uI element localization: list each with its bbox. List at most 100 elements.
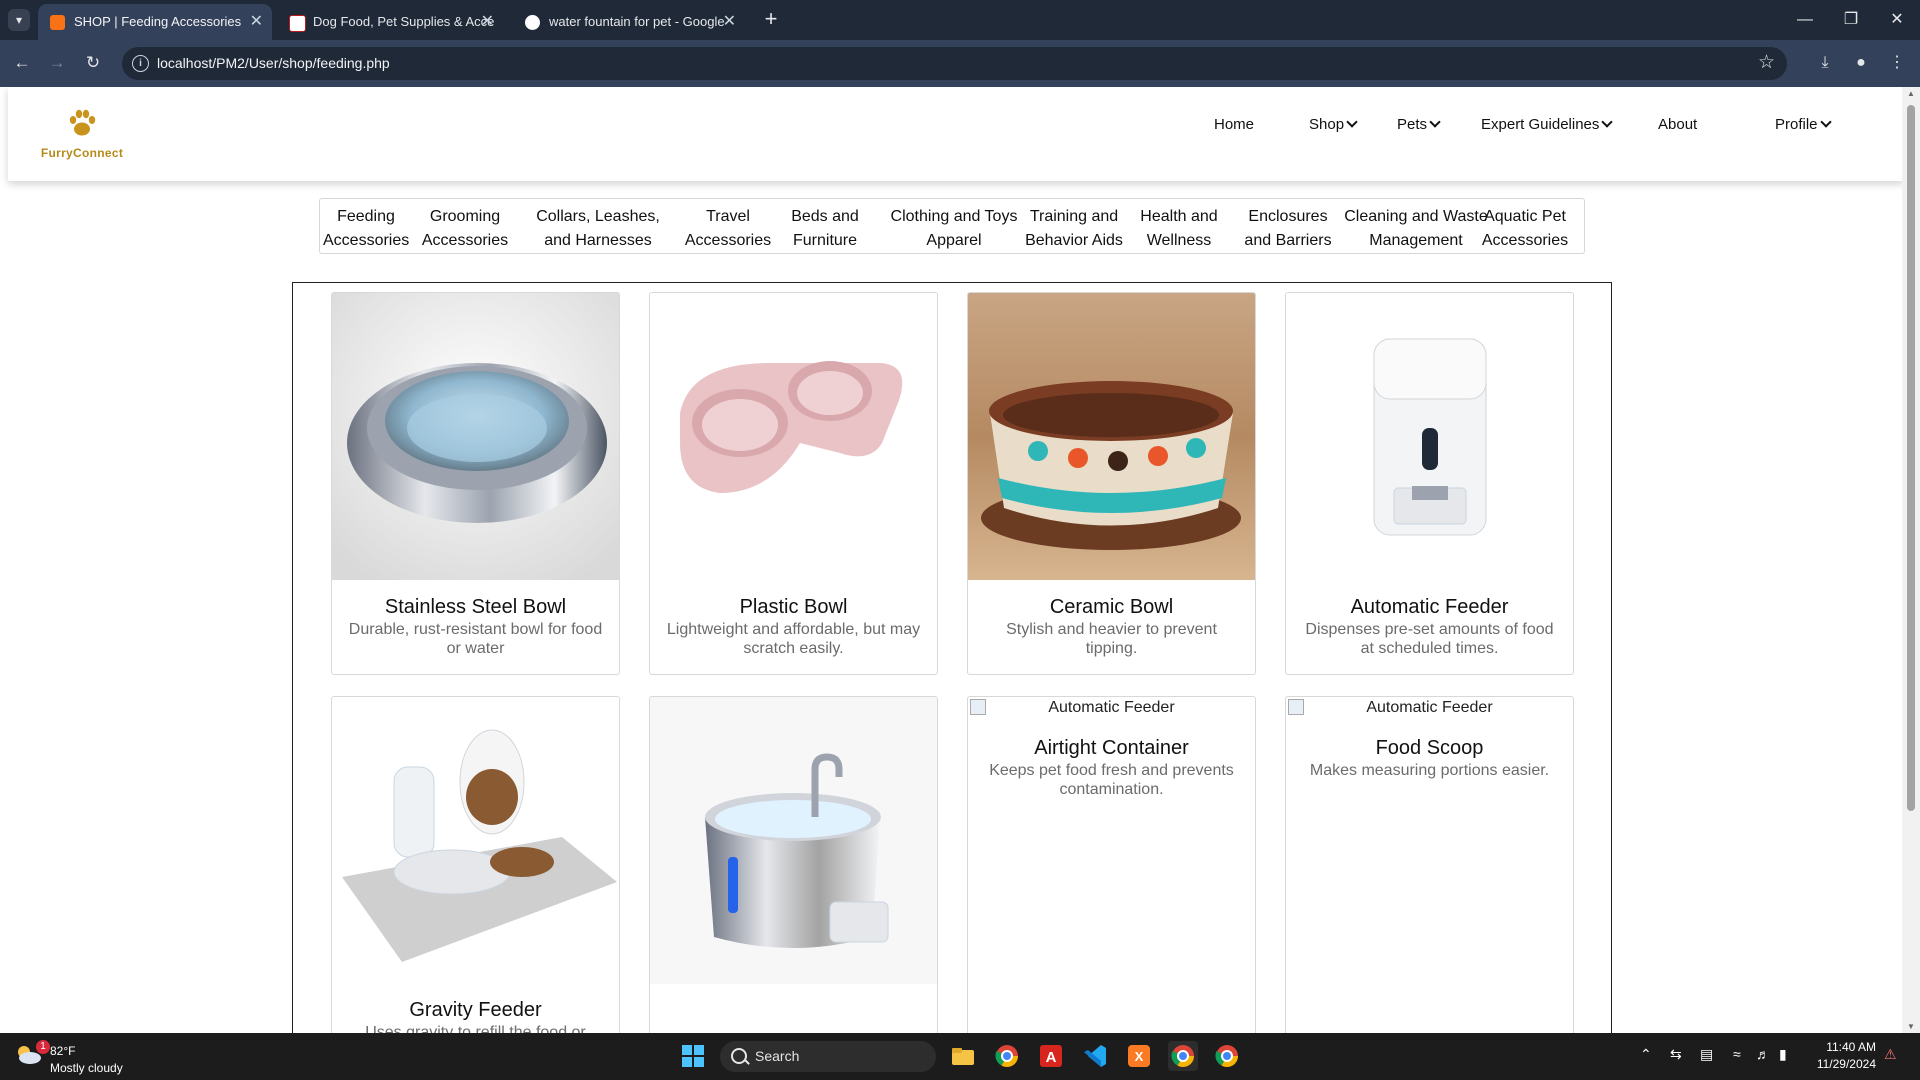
nav-profile[interactable]: Profile bbox=[1775, 116, 1832, 133]
scroll-up-icon[interactable]: ▲ bbox=[1906, 89, 1916, 98]
site-header: FurryConnect Home Shop Pets Expert Guide… bbox=[8, 87, 1902, 181]
search-label: Search bbox=[755, 1048, 800, 1064]
volume-icon[interactable]: ♬ bbox=[1756, 1046, 1770, 1062]
bookmark-star-icon[interactable]: ☆ bbox=[1758, 51, 1775, 74]
gravity-feeder-image bbox=[332, 697, 619, 984]
notification-bell-icon[interactable]: ⚠ bbox=[1884, 1046, 1897, 1063]
nav-home[interactable]: Home bbox=[1214, 116, 1254, 133]
clock-time: 11:40 AM bbox=[1826, 1040, 1876, 1054]
minimize-icon[interactable]: — bbox=[1782, 0, 1828, 40]
url-text[interactable]: localhost/PM2/User/shop/feeding.php bbox=[157, 55, 390, 71]
category-line: Accessories bbox=[1481, 232, 1569, 249]
close-tab-icon[interactable]: ✕ bbox=[250, 4, 263, 40]
category-line: Enclosures bbox=[1248, 208, 1328, 225]
file-explorer-icon[interactable] bbox=[948, 1041, 978, 1071]
site-logo[interactable]: FurryConnect bbox=[32, 107, 132, 160]
product-card[interactable]: Ceramic Bowl Stylish and heavier to prev… bbox=[967, 292, 1256, 675]
menu-kebab-icon[interactable]: ⋮ bbox=[1885, 51, 1909, 75]
category-collars[interactable]: Collars, Leashes, and Harnesses bbox=[520, 205, 676, 253]
category-line: Clothing and Toys bbox=[890, 208, 1018, 225]
product-description: Makes measuring portions easier. bbox=[1309, 762, 1550, 779]
wifi-icon[interactable]: ≈ bbox=[1733, 1046, 1741, 1062]
new-tab-plus-icon[interactable]: + bbox=[758, 6, 784, 32]
browser-toolbar: ← → ↻ i localhost/PM2/User/shop/feeding.… bbox=[0, 40, 1920, 87]
product-title: Ceramic Bowl bbox=[1049, 596, 1174, 618]
vscode-icon[interactable] bbox=[1080, 1041, 1110, 1071]
tab-search-button[interactable]: ▾ bbox=[8, 9, 30, 31]
category-line: Health and bbox=[1140, 208, 1218, 225]
product-card[interactable]: Automatic Feeder Airtight Container Keep… bbox=[967, 696, 1256, 1033]
product-card[interactable] bbox=[649, 696, 938, 1033]
tab-title: SHOP | Feeding Accessories bbox=[74, 14, 242, 29]
category-line: Behavior Aids bbox=[1025, 232, 1123, 249]
chrome-secondary-icon[interactable] bbox=[1212, 1041, 1242, 1071]
category-line: Collars, Leashes, bbox=[536, 208, 660, 225]
site-info-icon[interactable]: i bbox=[132, 55, 149, 72]
xampp-favicon-icon bbox=[50, 15, 65, 30]
scroll-down-icon[interactable]: ▼ bbox=[1906, 1022, 1916, 1031]
address-bar[interactable]: i localhost/PM2/User/shop/feeding.php ☆ bbox=[122, 47, 1787, 80]
product-card[interactable]: Automatic Feeder Food Scoop Makes measur… bbox=[1285, 696, 1574, 1033]
close-tab-icon[interactable]: ✕ bbox=[481, 4, 494, 40]
reload-icon[interactable]: ↻ bbox=[80, 50, 106, 76]
chevron-up-icon[interactable]: ⌃ bbox=[1640, 1046, 1652, 1063]
back-arrow-icon[interactable]: ← bbox=[9, 50, 35, 76]
category-travel[interactable]: Travel Accessories bbox=[670, 205, 786, 253]
product-description: Uses gravity to refill the food or bbox=[365, 1024, 586, 1033]
nav-label: About bbox=[1658, 116, 1698, 133]
category-bar: Feeding Accessories Grooming Accessories C… bbox=[319, 198, 1585, 254]
forward-arrow-icon[interactable]: → bbox=[44, 50, 70, 76]
category-line: Grooming bbox=[429, 208, 501, 225]
category-line: Feeding bbox=[337, 208, 395, 225]
category-grooming[interactable]: Grooming Accessories bbox=[420, 205, 510, 253]
transfer-icon[interactable]: ⇆ bbox=[1670, 1046, 1682, 1063]
close-tab-icon[interactable]: ✕ bbox=[723, 4, 736, 40]
nav-about[interactable]: About bbox=[1658, 116, 1697, 133]
close-window-icon[interactable]: ✕ bbox=[1874, 0, 1920, 40]
acrobat-icon[interactable]: A bbox=[1036, 1041, 1066, 1071]
scrollbar-thumb[interactable] bbox=[1907, 105, 1915, 811]
weather-alert-badge: 1 bbox=[36, 1040, 50, 1054]
battery-icon[interactable]: ▮ bbox=[1779, 1046, 1787, 1063]
tab-dog-food[interactable]: Dog Food, Pet Supplies & Acce ✕ bbox=[277, 4, 503, 40]
chrome-profile-icon[interactable] bbox=[1168, 1041, 1198, 1071]
tab-title: water fountain for pet - Google bbox=[549, 14, 725, 29]
category-feeding[interactable]: Feeding Accessories bbox=[323, 205, 409, 253]
download-icon[interactable]: ⤓ bbox=[1813, 51, 1837, 75]
category-aquatic[interactable]: Aquatic Pet Accessories bbox=[1470, 205, 1580, 253]
product-card[interactable]: Plastic Bowl Lightweight and affordable,… bbox=[649, 292, 938, 675]
product-description: Dispenses pre-set amounts of food at sch… bbox=[1305, 621, 1554, 657]
xampp-icon[interactable]: X bbox=[1124, 1041, 1154, 1071]
taskbar-search[interactable]: Search bbox=[720, 1041, 936, 1072]
category-health[interactable]: Health and Wellness bbox=[1120, 205, 1238, 253]
windows-start-icon[interactable] bbox=[678, 1041, 708, 1071]
svg-text:A: A bbox=[1046, 1049, 1057, 1066]
category-line: and Barriers bbox=[1244, 232, 1332, 249]
product-card[interactable]: Gravity Feeder Uses gravity to refill th… bbox=[331, 696, 620, 1033]
product-title: Food Scoop bbox=[1375, 737, 1484, 759]
tab-google-search[interactable]: water fountain for pet - Google ✕ bbox=[513, 4, 745, 40]
product-card[interactable]: Automatic Feeder Dispenses pre-set amoun… bbox=[1285, 292, 1574, 675]
nav-shop[interactable]: Shop bbox=[1309, 116, 1358, 133]
ceramic-bowl-image bbox=[968, 293, 1255, 580]
stainless-steel-bowl-image bbox=[332, 293, 619, 580]
image-alt-text: Automatic Feeder bbox=[1048, 699, 1175, 716]
product-card[interactable]: Stainless Steel Bowl Durable, rust-resis… bbox=[331, 292, 620, 675]
weather-condition: Mostly cloudy bbox=[50, 1061, 123, 1075]
page-scrollbar[interactable]: ▲ ▼ bbox=[1902, 87, 1920, 1033]
tab-shop-feeding[interactable]: SHOP | Feeding Accessories ✕ bbox=[38, 4, 272, 40]
taskbar-clock[interactable]: 11:40 AM 11/29/2024 bbox=[1806, 1039, 1876, 1073]
network-bars-icon[interactable]: ▤ bbox=[1700, 1046, 1713, 1063]
search-icon bbox=[731, 1048, 747, 1064]
svg-text:X: X bbox=[1135, 1049, 1144, 1064]
product-title: Plastic Bowl bbox=[739, 596, 848, 618]
category-line: Apparel bbox=[926, 232, 982, 249]
profile-icon[interactable]: ● bbox=[1849, 51, 1873, 75]
chrome-icon[interactable] bbox=[992, 1041, 1022, 1071]
restore-icon[interactable]: ❐ bbox=[1828, 0, 1874, 40]
chevron-down-icon bbox=[1601, 116, 1614, 128]
nav-expert-guidelines[interactable]: Expert Guidelines bbox=[1481, 116, 1614, 133]
nav-pets[interactable]: Pets bbox=[1397, 116, 1441, 133]
category-line: Accessories bbox=[421, 232, 509, 249]
image-alt-text: Automatic Feeder bbox=[1366, 699, 1493, 716]
